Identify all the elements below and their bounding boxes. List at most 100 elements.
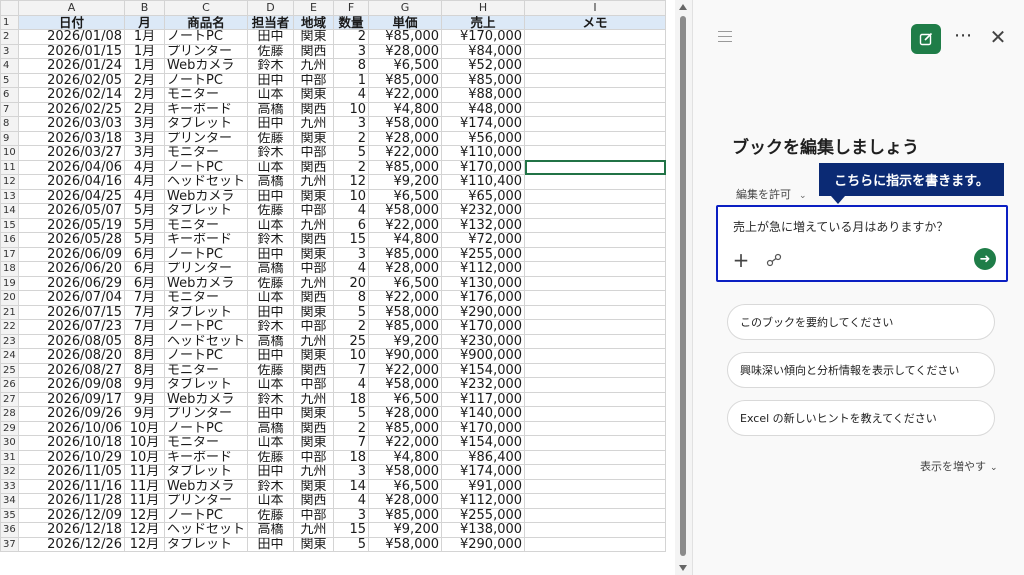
- column-header-d[interactable]: D: [247, 0, 295, 16]
- cell-month[interactable]: 12月: [124, 536, 165, 552]
- cell-rep[interactable]: 田中: [247, 464, 295, 480]
- cell-unit-price[interactable]: ¥4,800: [368, 232, 443, 248]
- cell-sales[interactable]: ¥170,000: [441, 420, 526, 436]
- cell-month[interactable]: 1月: [124, 29, 165, 45]
- cell-unit-price[interactable]: ¥90,000: [368, 348, 443, 364]
- row-number[interactable]: 8: [0, 116, 19, 132]
- cell-sales[interactable]: ¥174,000: [441, 116, 526, 132]
- cell-quantity[interactable]: 5: [333, 406, 370, 422]
- cell-sales[interactable]: ¥176,000: [441, 290, 526, 306]
- cell-quantity[interactable]: 15: [333, 232, 370, 248]
- cell-region[interactable]: 関西: [293, 362, 335, 378]
- cell-region[interactable]: 九州: [293, 275, 335, 291]
- cell-rep[interactable]: 山本: [247, 493, 295, 509]
- header-cell-unit-price[interactable]: 単価: [368, 14, 443, 30]
- cell-sales[interactable]: ¥900,000: [441, 348, 526, 364]
- cell-quantity[interactable]: 5: [333, 145, 370, 161]
- row-number[interactable]: 35: [0, 507, 19, 523]
- cell-sales[interactable]: ¥154,000: [441, 435, 526, 451]
- cell-month[interactable]: 12月: [124, 522, 165, 538]
- cell-region[interactable]: 九州: [293, 522, 335, 538]
- cell-product[interactable]: ヘッドセット: [163, 522, 249, 538]
- cell-date[interactable]: 2026/11/28: [18, 493, 125, 509]
- cell-unit-price[interactable]: ¥58,000: [368, 116, 443, 132]
- cell-sales[interactable]: ¥290,000: [441, 304, 526, 320]
- cell-memo[interactable]: [524, 464, 667, 480]
- cell-sales[interactable]: ¥110,000: [441, 145, 526, 161]
- cell-quantity[interactable]: 15: [333, 522, 370, 538]
- cell-rep[interactable]: 田中: [247, 348, 295, 364]
- cell-quantity[interactable]: 12: [333, 174, 370, 190]
- cell-unit-price[interactable]: ¥22,000: [368, 87, 443, 103]
- cell-date[interactable]: 2026/12/09: [18, 507, 125, 523]
- cell-product[interactable]: キーボード: [163, 449, 249, 465]
- cell-rep[interactable]: 田中: [247, 536, 295, 552]
- cell-memo[interactable]: [524, 435, 667, 451]
- header-cell-sales[interactable]: 売上: [441, 14, 526, 30]
- header-cell-date[interactable]: 日付: [18, 14, 125, 30]
- cell-unit-price[interactable]: ¥85,000: [368, 72, 443, 88]
- cell-sales[interactable]: ¥56,000: [441, 130, 526, 146]
- cell-region[interactable]: 九州: [293, 58, 335, 74]
- cell-product[interactable]: ノートPC: [163, 29, 249, 45]
- header-cell-month[interactable]: 月: [124, 14, 165, 30]
- cell-sales[interactable]: ¥117,000: [441, 391, 526, 407]
- cell-product[interactable]: キーボード: [163, 101, 249, 117]
- cell-region[interactable]: 関西: [293, 232, 335, 248]
- cell-rep[interactable]: 田中: [247, 304, 295, 320]
- row-number[interactable]: 12: [0, 174, 19, 190]
- cell-sales[interactable]: ¥230,000: [441, 333, 526, 349]
- cell-region[interactable]: 関東: [293, 188, 335, 204]
- cell-region[interactable]: 関西: [293, 159, 335, 175]
- more-icon[interactable]: ⋯: [953, 26, 973, 50]
- cell-rep[interactable]: 山本: [247, 217, 295, 233]
- cell-sales[interactable]: ¥86,400: [441, 449, 526, 465]
- cell-month[interactable]: 4月: [124, 188, 165, 204]
- cell-memo[interactable]: [524, 58, 667, 74]
- cell-product[interactable]: Webカメラ: [163, 58, 249, 74]
- cell-product[interactable]: ノートPC: [163, 319, 249, 335]
- cell-memo[interactable]: [524, 319, 667, 335]
- row-number[interactable]: 24: [0, 348, 19, 364]
- cell-region[interactable]: 中部: [293, 377, 335, 393]
- cell-rep[interactable]: 山本: [247, 87, 295, 103]
- cell-unit-price[interactable]: ¥9,200: [368, 174, 443, 190]
- allow-edit-dropdown[interactable]: 編集を許可 ⌄: [736, 186, 807, 202]
- cell-date[interactable]: 2026/10/18: [18, 435, 125, 451]
- cell-unit-price[interactable]: ¥4,800: [368, 449, 443, 465]
- cell-product[interactable]: Webカメラ: [163, 478, 249, 494]
- cell-date[interactable]: 2026/06/20: [18, 261, 125, 277]
- cell-region[interactable]: 関東: [293, 304, 335, 320]
- cell-date[interactable]: 2026/05/19: [18, 217, 125, 233]
- cell-sales[interactable]: ¥84,000: [441, 43, 526, 59]
- cell-unit-price[interactable]: ¥9,200: [368, 522, 443, 538]
- cell-month[interactable]: 2月: [124, 87, 165, 103]
- cell-region[interactable]: 中部: [293, 261, 335, 277]
- row-number[interactable]: 2: [0, 29, 19, 45]
- row-number[interactable]: 13: [0, 188, 19, 204]
- cell-quantity[interactable]: 6: [333, 217, 370, 233]
- cell-rep[interactable]: 山本: [247, 435, 295, 451]
- cell-month[interactable]: 7月: [124, 290, 165, 306]
- cell-month[interactable]: 5月: [124, 232, 165, 248]
- header-cell-product[interactable]: 商品名: [163, 14, 249, 30]
- cell-unit-price[interactable]: ¥4,800: [368, 101, 443, 117]
- cell-rep[interactable]: 田中: [247, 72, 295, 88]
- cell-date[interactable]: 2026/09/17: [18, 391, 125, 407]
- row-number[interactable]: 5: [0, 72, 19, 88]
- cell-sales[interactable]: ¥138,000: [441, 522, 526, 538]
- cell-region[interactable]: 九州: [293, 174, 335, 190]
- column-header-a[interactable]: A: [18, 0, 125, 16]
- cell-memo[interactable]: [524, 232, 667, 248]
- cell-memo[interactable]: [524, 101, 667, 117]
- cell-month[interactable]: 4月: [124, 159, 165, 175]
- cell-product[interactable]: ノートPC: [163, 507, 249, 523]
- cell-month[interactable]: 8月: [124, 348, 165, 364]
- cell-product[interactable]: ノートPC: [163, 420, 249, 436]
- cell-rep[interactable]: 鈴木: [247, 478, 295, 494]
- header-cell-region[interactable]: 地域: [293, 14, 335, 30]
- cell-unit-price[interactable]: ¥22,000: [368, 145, 443, 161]
- cell-rep[interactable]: 佐藤: [247, 43, 295, 59]
- cell-product[interactable]: モニター: [163, 435, 249, 451]
- select-all-corner[interactable]: [0, 0, 19, 16]
